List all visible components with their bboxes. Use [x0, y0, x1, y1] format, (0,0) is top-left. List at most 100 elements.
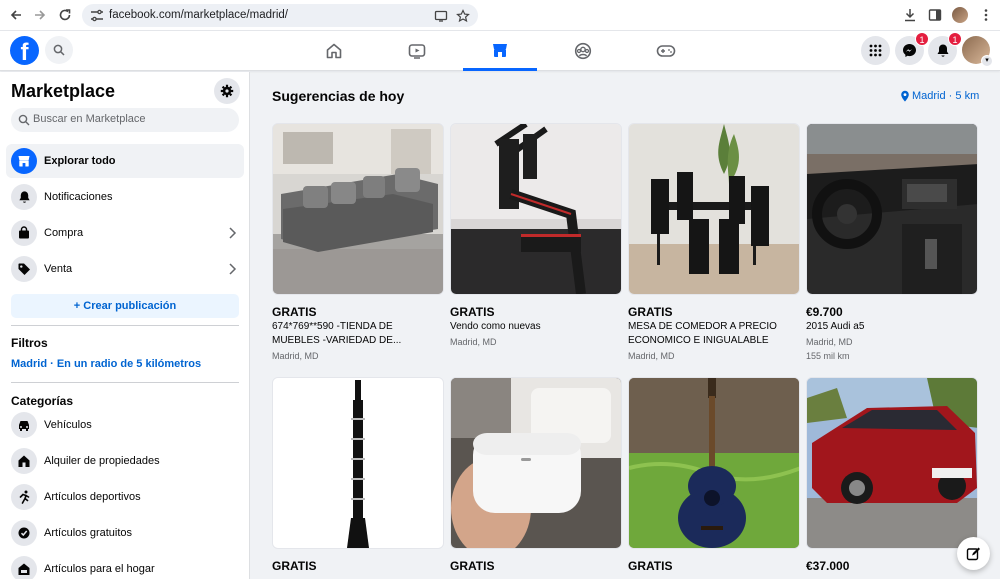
home-goods-icon [11, 556, 37, 579]
cast-icon[interactable] [434, 9, 448, 23]
forward-icon[interactable] [31, 6, 49, 24]
sidepanel-icon[interactable] [928, 8, 942, 22]
browser-toolbar: facebook.com/marketplace/madrid/ [0, 0, 1000, 31]
category-label: Artículos para el hogar [44, 563, 155, 575]
listing-title: Vendo como nuevas [450, 321, 541, 332]
listing-price: GRATIS [272, 305, 317, 319]
category-free[interactable]: Artículos gratuitos [6, 516, 244, 550]
location-selector[interactable]: Madrid · 5 km [900, 90, 979, 102]
create-listing-button[interactable]: + Crear publicación [11, 294, 239, 318]
listing-image-airpods[interactable] [450, 377, 622, 549]
car-icon [11, 412, 37, 438]
listing-card[interactable]: GRATIS MESA DE COMEDOR A PRECIO ECONOMIC… [628, 123, 800, 361]
listing-location: Madrid, MD [272, 351, 319, 361]
sidebar-item-label: Notificaciones [44, 191, 113, 203]
category-sports[interactable]: Artículos deportivos [6, 480, 244, 514]
free-tag-icon [11, 520, 37, 546]
listing-price: €9.700 [806, 305, 843, 319]
listing-image-sofa[interactable] [272, 123, 444, 295]
listing-card[interactable]: €37.000 [806, 377, 978, 573]
chevron-down-icon: ▾ [981, 55, 993, 67]
category-label: Alquiler de propiedades [44, 455, 160, 467]
listing-price: GRATIS [272, 559, 317, 573]
edit-icon [966, 547, 980, 561]
bell-icon [937, 44, 948, 57]
location-label: Madrid · 5 km [912, 90, 980, 102]
messenger-icon [903, 44, 916, 57]
listing-location: Madrid, MD [806, 337, 853, 347]
listing-card[interactable]: GRATIS [272, 377, 444, 573]
listing-price: GRATIS [628, 559, 673, 573]
groups-icon[interactable] [546, 31, 620, 71]
chevron-right-icon [229, 227, 237, 239]
sidebar-item-label: Venta [44, 263, 73, 275]
notifications-button[interactable]: 1 [928, 32, 962, 65]
star-icon[interactable] [456, 9, 470, 23]
compose-button[interactable] [957, 537, 990, 570]
facebook-header: f 1 1 ▾ [0, 31, 1000, 71]
download-icon[interactable] [903, 8, 917, 22]
bag-icon [11, 220, 37, 246]
listing-title: MESA DE COMEDOR A PRECIO ECONOMICO E INI… [628, 321, 777, 346]
sidebar-item-notifications[interactable]: Notificaciones [6, 180, 244, 214]
facebook-logo[interactable]: f [10, 36, 39, 65]
tag-icon [11, 256, 37, 282]
listing-price: GRATIS [450, 559, 495, 573]
url-text: facebook.com/marketplace/madrid/ [109, 9, 288, 21]
gear-icon[interactable] [214, 78, 240, 104]
messenger-button[interactable]: 1 [895, 32, 929, 65]
address-bar[interactable]: facebook.com/marketplace/madrid/ [82, 4, 478, 27]
sidebar-item-buying[interactable]: Compra [6, 216, 244, 250]
category-property-rentals[interactable]: Alquiler de propiedades [6, 444, 244, 478]
category-home-goods[interactable]: Artículos para el hogar [6, 552, 244, 579]
messenger-badge: 1 [915, 32, 929, 46]
listing-location: Madrid, MD [628, 351, 675, 361]
listing-mileage: 155 mil km [806, 351, 850, 361]
search-input[interactable]: Buscar en Marketplace [11, 108, 239, 132]
category-vehicles[interactable]: Vehículos [6, 408, 244, 442]
tune-icon[interactable] [90, 9, 104, 22]
kebab-icon[interactable] [980, 8, 992, 22]
reload-icon[interactable] [56, 6, 74, 24]
search-placeholder: Buscar en Marketplace [33, 113, 146, 125]
listing-card[interactable]: GRATIS 674*769**590 -TIENDA DE MUEBLES -… [272, 123, 444, 361]
listing-title: 2015 Audi a5 [806, 321, 865, 332]
profile-icon[interactable] [952, 7, 968, 23]
listing-image-car-interior[interactable] [806, 123, 978, 295]
listing-card[interactable]: GRATIS Vendo como nuevas Madrid, MD [450, 123, 622, 347]
search-icon[interactable] [45, 36, 73, 64]
house-icon [11, 448, 37, 474]
listing-image-clarinet[interactable] [272, 377, 444, 549]
home-icon[interactable] [297, 31, 371, 71]
category-label: Artículos gratuitos [44, 527, 133, 539]
listing-image-bench[interactable] [450, 123, 622, 295]
sidebar-title: Marketplace [11, 81, 116, 101]
category-label: Vehículos [44, 419, 92, 431]
bell-icon [11, 184, 37, 210]
listing-title: 674*769**590 -TIENDA DE MUEBLES -VARIEDA… [272, 321, 402, 346]
marketplace-sidebar: Marketplace Buscar en Marketplace Explor… [0, 72, 250, 579]
listing-location: Madrid, MD [450, 337, 497, 347]
divider [11, 325, 239, 326]
categories-title: Categorías [11, 394, 74, 408]
sidebar-item-explore[interactable]: Explorar todo [6, 144, 244, 178]
sidebar-item-label: Explorar todo [44, 155, 116, 167]
sidebar-item-label: Compra [44, 227, 84, 239]
listing-card[interactable]: GRATIS [450, 377, 622, 573]
listing-card[interactable]: GRATIS [628, 377, 800, 573]
sidebar-item-selling[interactable]: Venta [6, 252, 244, 286]
back-icon[interactable] [7, 6, 25, 24]
divider [11, 382, 239, 383]
account-avatar[interactable]: ▾ [962, 36, 993, 67]
gaming-icon[interactable] [629, 31, 703, 71]
marketplace-icon[interactable] [463, 31, 537, 71]
listing-image-red-car[interactable] [806, 377, 978, 549]
listing-image-dining[interactable] [628, 123, 800, 295]
menu-grid-icon[interactable] [861, 36, 890, 65]
watch-icon[interactable] [380, 31, 454, 71]
listing-image-guitar[interactable] [628, 377, 800, 549]
location-filter-link[interactable]: Madrid · En un radio de 5 kilómetros [11, 358, 201, 370]
page-title: Sugerencias de hoy [272, 88, 405, 104]
category-label: Artículos deportivos [44, 491, 141, 503]
listing-card[interactable]: €9.700 2015 Audi a5 Madrid, MD 155 mil k… [806, 123, 978, 361]
